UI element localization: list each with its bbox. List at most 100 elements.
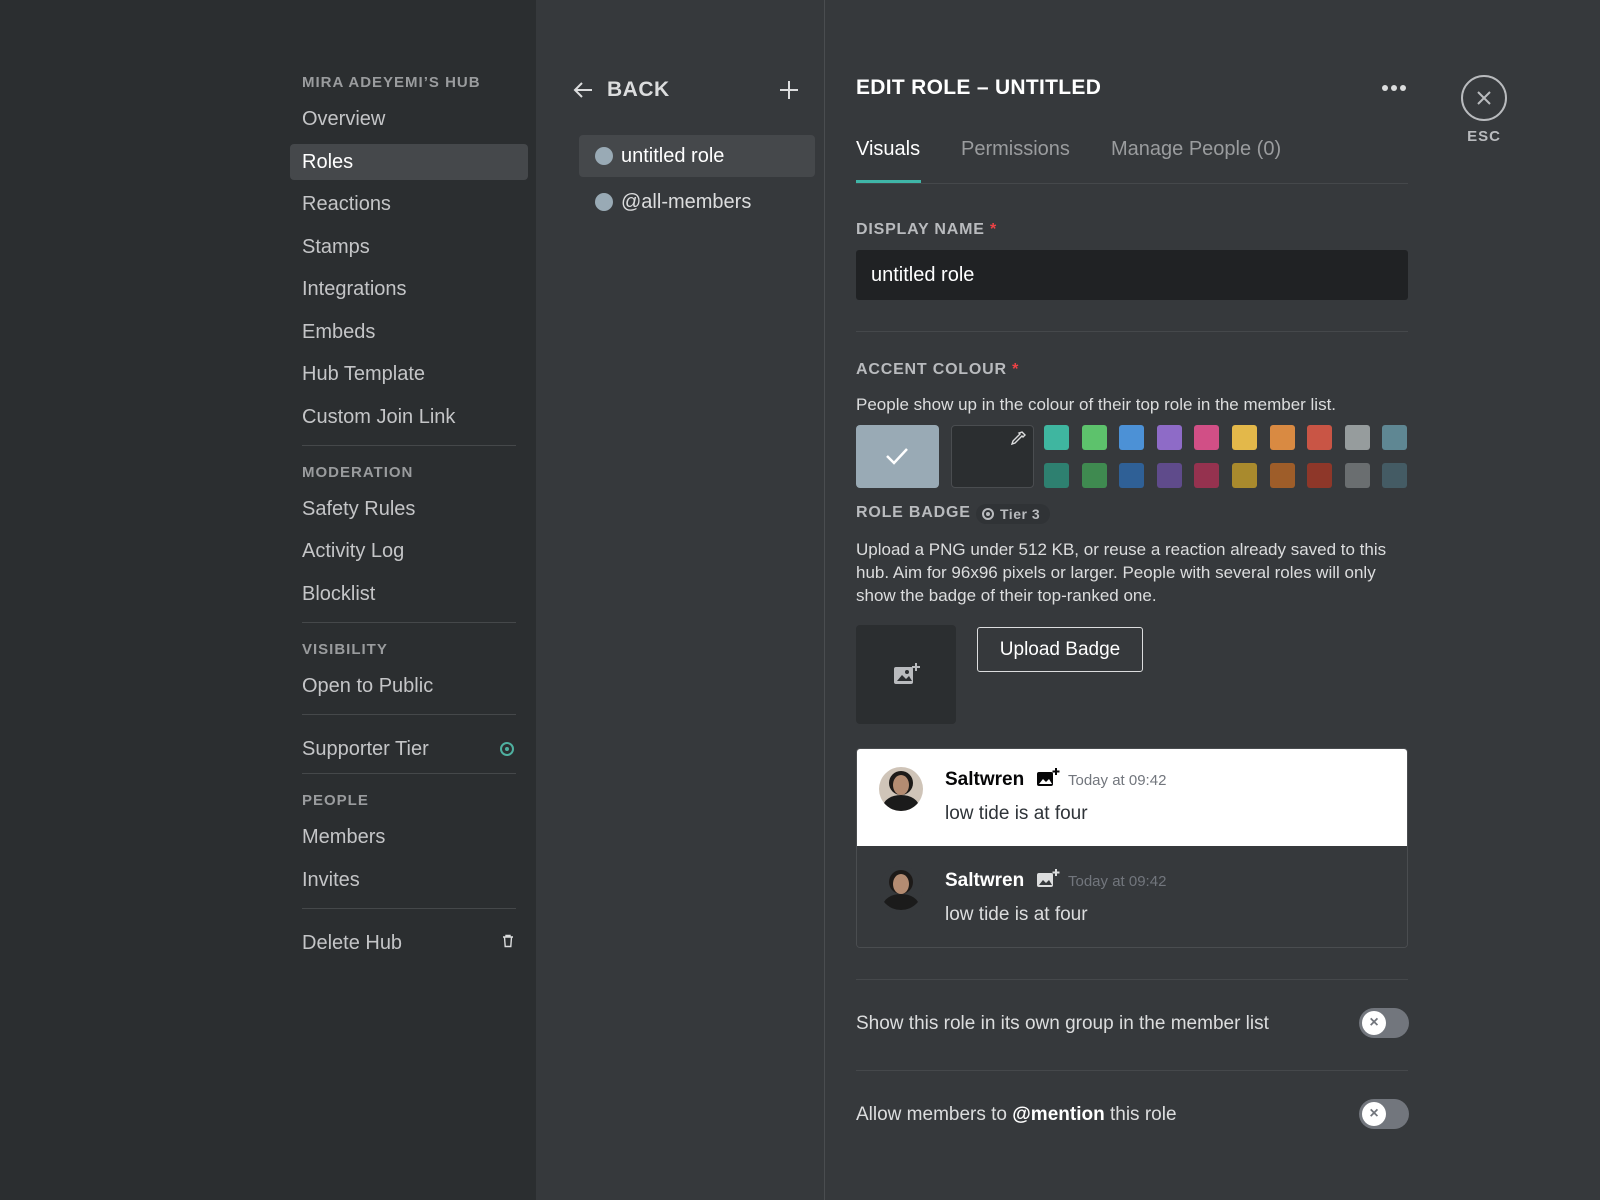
sidebar-item-stamps[interactable]: Stamps [290,229,528,265]
image-add-icon [1036,767,1060,795]
back-button[interactable]: BACK [572,74,802,106]
sidebar-item-overview[interactable]: Overview [290,101,528,137]
tab-manage-people[interactable]: Manage People (0) [1111,138,1281,161]
preview-light: Saltwren Today at 09:42 low tide is at f… [857,749,1407,846]
custom-colour-swatch[interactable] [951,425,1034,488]
toggle-label-own-group: Show this role in its own group in the m… [856,1013,1269,1034]
sidebar-item-hub-template[interactable]: Hub Template [290,356,528,392]
divider [302,907,516,909]
sidebar-item-integrations[interactable]: Integrations [290,271,528,307]
label-bold: @mention [1012,1104,1105,1125]
label-text: Allow members to [856,1104,1013,1125]
display-name-input[interactable] [856,250,1408,300]
required-mark: * [990,221,998,238]
colour-swatch[interactable] [1156,425,1182,450]
esc-label: ESC [1467,128,1501,145]
toggle-label-mention: Allow members to @mention this role [856,1104,1177,1126]
divider [856,331,1408,332]
arrow-left-icon [572,74,594,108]
tab-bar: Visuals Permissions Manage People (0) [856,134,1408,184]
sidebar-item-activity-log[interactable]: Activity Log [290,533,528,569]
sidebar-item-safety-rules[interactable]: Safety Rules [290,491,528,527]
mention-toggle[interactable]: × [1359,1099,1409,1129]
required-mark: * [1012,361,1020,378]
sidebar-item-invites[interactable]: Invites [290,862,528,898]
sidebar-item-embeds[interactable]: Embeds [290,314,528,350]
divider [302,713,516,715]
accent-colour-label: ACCENT COLOUR * [856,361,1019,379]
tier-badge-icon [982,508,994,520]
image-add-icon [1036,868,1060,896]
colour-swatch[interactable] [1194,463,1220,488]
sidebar-item-label: Supporter Tier [302,737,429,760]
divider [302,621,516,623]
colour-swatch[interactable] [1307,463,1333,488]
sidebar-item-roles[interactable]: Roles [290,143,528,180]
section-title-visibility: VISIBILITY [302,640,388,658]
label-text: DISPLAY NAME [856,221,985,238]
role-name: @all-members [621,191,752,213]
colour-swatch[interactable] [1156,463,1182,488]
tab-permissions[interactable]: Permissions [961,138,1070,161]
colour-swatch[interactable] [1119,425,1145,450]
sidebar-item-open-to-public[interactable]: Open to Public [290,668,528,704]
preview-time: Today at 09:42 [1068,873,1167,890]
tier-label: Tier 3 [1000,506,1041,522]
preview-author: Saltwren [945,769,1025,790]
divider [856,979,1408,980]
colour-swatch[interactable] [1119,463,1145,488]
role-name: untitled role [621,145,725,167]
roles-panel: BACK untitled role @all-members [536,0,825,1200]
back-label: BACK [607,78,670,101]
section-title-moderation: MODERATION [302,463,414,481]
selected-colour-swatch[interactable] [856,425,939,488]
badge-help-text: Upload a PNG under 512 KB, or reuse a re… [856,540,1387,605]
divider [302,444,516,446]
colour-swatch[interactable] [1232,463,1257,488]
preview-time: Today at 09:42 [1068,772,1167,789]
badge-placeholder[interactable] [856,625,956,724]
role-item-untitled[interactable]: untitled role [579,135,815,177]
colour-swatch[interactable] [1382,425,1408,450]
preview-message: low tide is at four [945,803,1088,824]
colour-swatch[interactable] [1044,425,1069,450]
colour-swatch[interactable] [1194,425,1220,450]
colour-swatch[interactable] [1232,425,1257,450]
colour-swatch[interactable] [1269,463,1295,488]
label-text: ACCENT COLOUR [856,361,1007,378]
colour-swatch[interactable] [1269,425,1295,450]
divider [302,773,516,774]
upload-badge-button[interactable]: Upload Badge [977,627,1143,672]
role-item-all-members[interactable]: @all-members [579,181,815,223]
settings-sidebar: MIRA ADEYEMI’S HUB Overview Roles Reacti… [0,0,536,1200]
tab-visuals[interactable]: Visuals [856,138,920,161]
close-button[interactable]: ESC [1461,75,1507,145]
tier-badge: Tier 3 [976,504,1051,524]
role-badge-label: ROLE BADGE [856,504,971,521]
colour-swatch[interactable] [1081,425,1107,450]
role-color-dot [595,147,613,165]
plus-icon[interactable] [778,70,800,109]
colour-swatch[interactable] [1081,463,1107,488]
role-color-dot [595,193,613,211]
sidebar-item-delete-hub[interactable]: Delete Hub [290,925,528,961]
check-icon [884,439,910,477]
preview-message: low tide is at four [945,904,1088,925]
colour-swatch[interactable] [1344,425,1370,450]
sidebar-item-blocklist[interactable]: Blocklist [290,576,528,612]
sidebar-item-custom-join-link[interactable]: Custom Join Link [290,399,528,435]
colour-swatch[interactable] [1382,463,1408,488]
colour-swatch[interactable] [1307,425,1333,450]
colour-swatch[interactable] [1344,463,1370,488]
colour-swatch[interactable] [1044,463,1069,488]
sidebar-item-supporter-tier[interactable]: Supporter Tier [290,731,528,767]
more-horizontal-icon[interactable] [1381,68,1407,99]
sidebar-item-members[interactable]: Members [290,819,528,855]
divider [856,1070,1408,1071]
sidebar-item-reactions[interactable]: Reactions [290,186,528,222]
sidebar-item-label: Delete Hub [302,931,403,954]
eyedropper-icon [1009,430,1027,453]
image-add-icon [893,662,921,693]
close-icon[interactable] [1461,75,1507,121]
own-group-toggle[interactable]: × [1359,1008,1409,1038]
